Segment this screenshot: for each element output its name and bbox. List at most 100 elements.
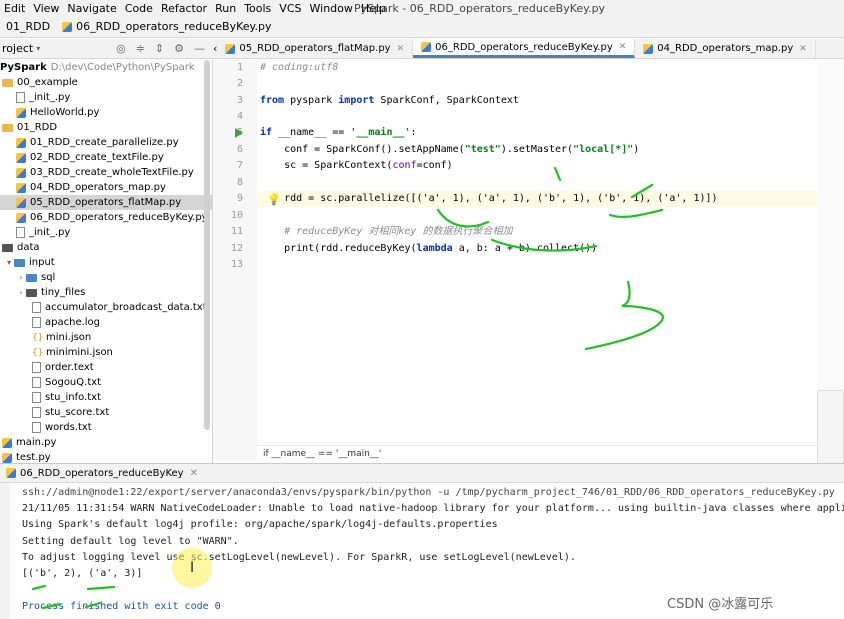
tree-item-file[interactable]: apache.log bbox=[0, 315, 212, 330]
tree-item-label: 03_RDD_create_wholeTextFile.py bbox=[30, 167, 194, 178]
tree-item-file[interactable]: {} minimini.json bbox=[0, 345, 212, 360]
menu-code[interactable]: Code bbox=[121, 2, 157, 15]
tree-item-label: input bbox=[29, 257, 55, 268]
menu-navigate[interactable]: Navigate bbox=[63, 2, 120, 15]
tree-item-file[interactable]: 01_RDD_create_parallelize.py bbox=[0, 135, 212, 150]
chevron-down-icon[interactable]: ▾ bbox=[4, 258, 14, 267]
tree-item-pyspark[interactable]: PySpark D:\dev\Code\Python\PySpark bbox=[0, 60, 212, 75]
python-file-icon bbox=[16, 137, 26, 148]
minimize-icon[interactable]: — bbox=[194, 42, 205, 55]
folder-icon bbox=[26, 273, 37, 282]
code-line-12: print(rdd.reduceByKey(lambda a, b: a + b… bbox=[260, 241, 597, 257]
menu-refactor[interactable]: Refactor bbox=[157, 2, 211, 15]
editor-breadcrumb[interactable]: if __name__ == '__main__' bbox=[257, 445, 817, 462]
python-file-icon bbox=[62, 21, 73, 32]
tree-item-label: _init_.py bbox=[29, 92, 71, 103]
menu-window[interactable]: Window bbox=[306, 2, 357, 15]
text-file-icon bbox=[32, 317, 41, 328]
text-file-icon bbox=[32, 362, 41, 373]
watermark: CSDN @冰露可乐 bbox=[667, 597, 774, 612]
menu-view[interactable]: View bbox=[29, 2, 63, 15]
gear-icon[interactable]: ⚙ bbox=[174, 42, 184, 55]
locate-icon[interactable]: ◎ bbox=[116, 42, 126, 55]
menu-edit[interactable]: Edit bbox=[0, 2, 29, 15]
code-text: ) bbox=[633, 144, 640, 155]
tree-item-helloworld[interactable]: HelloWorld.py bbox=[0, 105, 212, 120]
tree-item-file[interactable]: 04_RDD_operators_map.py bbox=[0, 180, 212, 195]
close-icon[interactable]: ✕ bbox=[397, 44, 405, 54]
tree-item-main[interactable]: main.py bbox=[0, 435, 212, 450]
tree-item-file-selected[interactable]: 05_RDD_operators_flatMap.py bbox=[0, 195, 212, 210]
tree-item-input[interactable]: ▾ input bbox=[0, 255, 212, 270]
text-file-icon bbox=[16, 227, 25, 238]
menu-bar: Edit View Navigate Code Refactor Run Too… bbox=[0, 0, 844, 16]
tree-item-test[interactable]: test.py bbox=[0, 450, 212, 463]
tree-item-label: apache.log bbox=[45, 317, 101, 328]
text-cursor-icon: I bbox=[190, 560, 195, 576]
tree-item-label: sql bbox=[41, 272, 56, 283]
project-panel-title[interactable]: roject bbox=[2, 42, 33, 55]
menu-tools[interactable]: Tools bbox=[240, 2, 275, 15]
tree-item-init-1[interactable]: _init_.py bbox=[0, 90, 212, 105]
tree-item-file[interactable]: order.text bbox=[0, 360, 212, 375]
tree-item-label: order.text bbox=[45, 362, 94, 373]
tree-item-file[interactable]: 06_RDD_operators_reduceByKey.py bbox=[0, 210, 212, 225]
chevron-right-icon[interactable]: › bbox=[16, 273, 26, 282]
tree-item-01-rdd[interactable]: 01_RDD bbox=[0, 120, 212, 135]
breadcrumb-file[interactable]: 06_RDD_operators_reduceByKey.py bbox=[56, 20, 277, 33]
code-line-5: if __name__ == '__main__': bbox=[260, 125, 417, 141]
tree-item-label: main.py bbox=[16, 437, 57, 448]
code-text: : bbox=[410, 127, 417, 138]
line-number: 2 bbox=[236, 78, 243, 89]
text-file-icon bbox=[32, 407, 41, 418]
tree-item-label: stu_score.txt bbox=[45, 407, 110, 418]
code-text: a, b: a + b).collect()) bbox=[452, 243, 598, 254]
tree-item-file[interactable]: SogouQ.txt bbox=[0, 375, 212, 390]
tree-item-file[interactable]: 03_RDD_create_wholeTextFile.py bbox=[0, 165, 212, 180]
folder-icon bbox=[2, 123, 13, 132]
tree-item-sql[interactable]: › sql bbox=[0, 270, 212, 285]
console-toolbar bbox=[0, 483, 10, 619]
folder-icon bbox=[26, 288, 37, 297]
line-number: 4 bbox=[236, 111, 243, 122]
tree-item-tiny-files[interactable]: › tiny_files bbox=[0, 285, 212, 300]
breadcrumb-folder[interactable]: 01_RDD bbox=[0, 20, 56, 33]
tree-item-file[interactable]: stu_info.txt bbox=[0, 390, 212, 405]
python-file-icon bbox=[225, 43, 236, 54]
tab-reducebykey[interactable]: 06_RDD_operators_reduceByKey.py ✕ bbox=[413, 39, 636, 58]
line-number: 3 bbox=[236, 95, 243, 106]
expand-icon[interactable]: ⇕ bbox=[155, 42, 164, 55]
menu-run[interactable]: Run bbox=[211, 2, 240, 15]
tree-item-file[interactable]: 02_RDD_create_textFile.py bbox=[0, 150, 212, 165]
line-number: 1 bbox=[236, 62, 243, 73]
text-file-icon bbox=[32, 422, 41, 433]
run-tab-label[interactable]: 06_RDD_operators_reduceByKey bbox=[20, 468, 184, 479]
menu-vcs[interactable]: VCS bbox=[275, 2, 305, 15]
tree-item-data[interactable]: data bbox=[0, 240, 212, 255]
close-icon[interactable]: ✕ bbox=[799, 44, 807, 54]
chevron-right-icon[interactable]: › bbox=[16, 288, 26, 297]
code-param: conf bbox=[392, 160, 417, 171]
code-editor[interactable]: # coding:utf8 from pyspark import SparkC… bbox=[257, 60, 817, 445]
tree-item-file[interactable]: accumulator_broadcast_data.txt bbox=[0, 300, 212, 315]
tab-map[interactable]: 04_RDD_operators_map.py ✕ bbox=[635, 39, 816, 58]
tree-item-init-2[interactable]: _init_.py bbox=[0, 225, 212, 240]
lightbulb-icon[interactable]: 💡 bbox=[267, 193, 281, 206]
close-icon[interactable]: ✕ bbox=[190, 468, 198, 479]
run-icon[interactable] bbox=[235, 128, 243, 138]
tree-item-file[interactable]: {} mini.json bbox=[0, 330, 212, 345]
tree-scrollbar[interactable] bbox=[204, 60, 210, 430]
python-file-icon bbox=[2, 452, 12, 463]
tree-item-label: tiny_files bbox=[41, 287, 86, 298]
tree-item-file[interactable]: words.txt bbox=[0, 420, 212, 435]
tree-item-00-example[interactable]: 00_example bbox=[0, 75, 212, 90]
tree-item-file[interactable]: stu_score.txt bbox=[0, 405, 212, 420]
line-number: 9 bbox=[236, 193, 243, 204]
tab-flatmap[interactable]: 05_RDD_operators_flatMap.py ✕ bbox=[217, 39, 414, 58]
close-icon[interactable]: ✕ bbox=[619, 42, 627, 52]
collapse-icon[interactable]: ≑ bbox=[136, 42, 145, 55]
code-string: "test" bbox=[464, 144, 501, 155]
tab-label: 04_RDD_operators_map.py bbox=[657, 43, 794, 54]
chevron-down-icon[interactable]: ▾ bbox=[36, 44, 40, 53]
python-file-icon bbox=[2, 437, 12, 448]
